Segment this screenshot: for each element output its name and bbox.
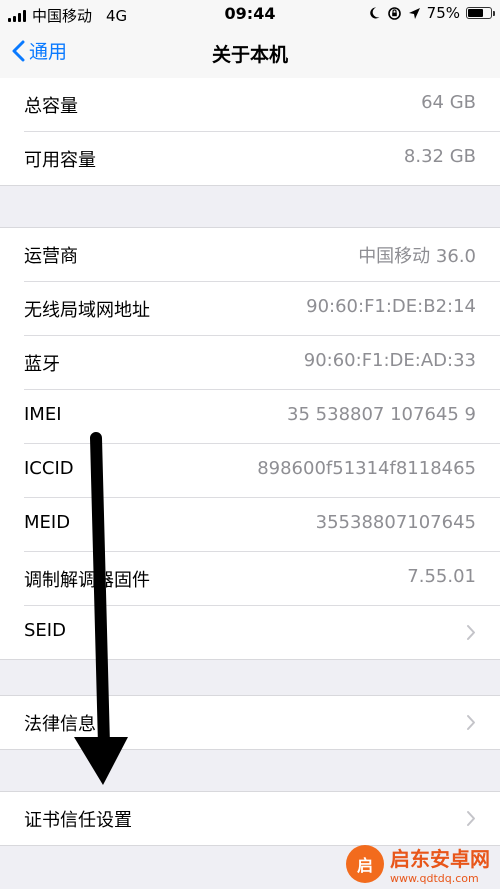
row-label: 可用容量 [24, 150, 96, 171]
imei-row: IMEI 35 538807 107645 9 [24, 390, 500, 444]
legal-info-row[interactable]: 法律信息 [24, 696, 500, 749]
certificate-trust-row[interactable]: 证书信任设置 [24, 792, 500, 845]
row-value: 7.55.01 [407, 566, 476, 587]
watermark-logo: 启 [346, 845, 384, 883]
page-title: 关于本机 [211, 44, 288, 66]
storage-available-row: 可用容量 8.32 GB [24, 132, 500, 185]
carrier-row[interactable]: 运营商 中国移动 36.0 [24, 228, 500, 282]
status-bar: 中国移动 4G 09:44 75% [0, 0, 500, 28]
row-label: MEID [24, 512, 71, 533]
row-label: 蓝牙 [24, 354, 60, 375]
battery-fill [468, 9, 483, 17]
chevron-right-icon [467, 625, 475, 640]
row-value: 8.32 GB [403, 146, 476, 167]
battery-percent: 75% [426, 4, 460, 22]
rotation-lock-icon [387, 6, 401, 20]
iccid-row: ICCID 898600f51314f8118465 [24, 444, 500, 498]
row-label: 调制解调器固件 [24, 570, 150, 591]
navigation-bar: 通用 关于本机 [0, 28, 500, 79]
certificate-group: 证书信任设置 [0, 791, 500, 846]
meid-row: MEID 35538807107645 [24, 498, 500, 552]
watermark-name: 启东安卓网 [390, 847, 490, 871]
row-label: 总容量 [24, 96, 78, 117]
row-label: 证书信任设置 [24, 810, 132, 831]
location-icon [408, 7, 420, 19]
storage-group: 总容量 64 GB 可用容量 8.32 GB [0, 78, 500, 186]
bluetooth-row: 蓝牙 90:60:F1:DE:AD:33 [24, 336, 500, 390]
row-value: 35538807107645 [315, 512, 476, 533]
legal-group: 法律信息 [0, 695, 500, 750]
watermark: 启 启东安卓网 www.qdtdq.com [346, 843, 490, 885]
battery-icon [466, 7, 495, 19]
row-value: 64 GB [421, 92, 476, 113]
row-label: SEID [24, 620, 66, 641]
row-value: 90:60:F1:DE:AD:33 [303, 350, 476, 371]
row-label: 运营商 [24, 246, 78, 267]
row-value: 898600f51314f8118465 [257, 458, 476, 479]
seid-row[interactable]: SEID [24, 606, 500, 659]
row-label: 无线局域网地址 [24, 300, 150, 321]
wifi-address-row: 无线局域网地址 90:60:F1:DE:B2:14 [24, 282, 500, 336]
row-label: ICCID [24, 458, 74, 479]
moon-icon [369, 7, 380, 19]
row-label: IMEI [24, 404, 62, 425]
chevron-right-icon [467, 715, 475, 730]
row-label: 法律信息 [24, 714, 96, 735]
modem-firmware-row: 调制解调器固件 7.55.01 [24, 552, 500, 606]
watermark-url: www.qdtdq.com [390, 872, 479, 885]
status-right: 75% [367, 4, 495, 22]
watermark-text: 启东安卓网 www.qdtdq.com [390, 843, 490, 885]
network-info-group: 运营商 中国移动 36.0 无线局域网地址 90:60:F1:DE:B2:14 … [0, 227, 500, 660]
row-value: 35 538807 107645 9 [287, 404, 476, 425]
row-value: 中国移动 36.0 [358, 246, 476, 267]
storage-total-row: 总容量 64 GB [24, 78, 500, 132]
row-value: 90:60:F1:DE:B2:14 [306, 296, 476, 317]
chevron-right-icon [467, 811, 475, 826]
